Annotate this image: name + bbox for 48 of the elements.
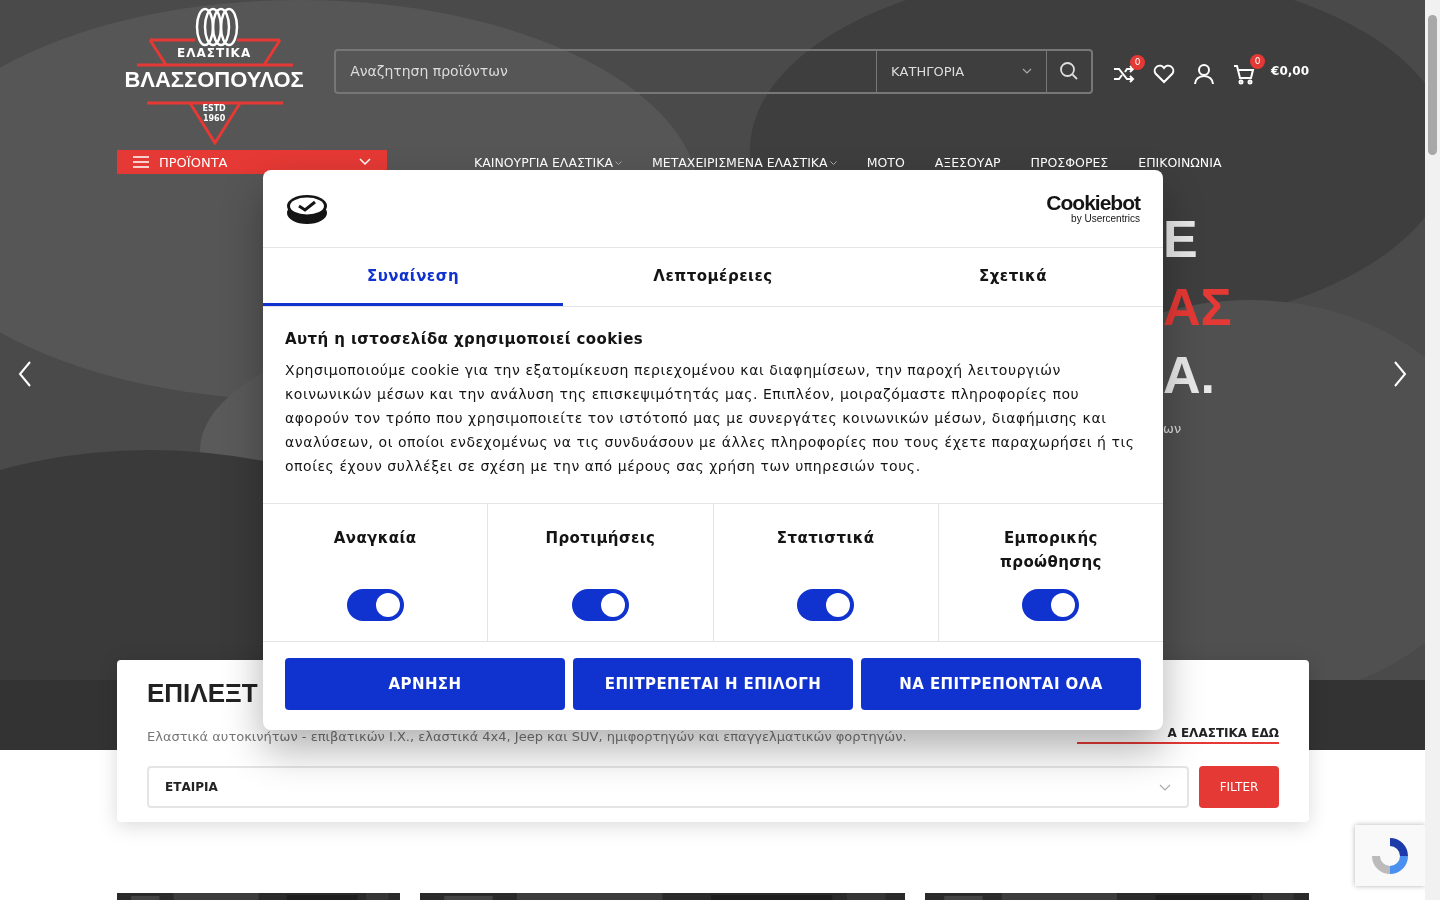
consent-button[interactable]: ΕΠΙΤΡΕΠΕΤΑΙ Η ΕΠΙΛΟΓΗ xyxy=(573,658,853,710)
cookie-check-icon xyxy=(286,192,328,225)
search-icon xyxy=(1059,61,1080,81)
chevron-down-icon xyxy=(1022,68,1033,74)
dialog-tab[interactable]: Σχετικά xyxy=(863,248,1163,306)
dialog-title: Αυτή η ιστοσελίδα χρησιμοποιεί cookies xyxy=(285,330,644,348)
logo[interactable]: ΕΛΑΣΤΙΚΑ ΒΛΑΣΣΟΠΟΥΛΟΣ ESTD 1960 xyxy=(117,5,312,145)
dialog-text: Χρησιμοποιούμε cookie για την εξατομίκευση περιεχομένου και διαφημίσεων, την παροχή λειτουργιών κοινωνικών μέσων και την ανάλυση της επισκεψιμότητάς μας. Επιπλέον, μοιραζόμαστε πληροφορίες που αφορούν τον τρόπο που χρησιμοποιείτε τον ιστότοπό μας με συνεργάτες κοινωνικών μέσων, διαφήμισης και αναλύσεων, οι οποίοι ενδεχομένως να τις συνδυάσουν με άλλες πληροφορίες που τους έχετε παραχωρήσει ή τις οποίες έχουν συλλέξει σε σχέση με την από μέρους σας χρήση των υπηρεσιών τους. xyxy=(285,361,1136,476)
category-label: Αναγκαία xyxy=(332,528,418,549)
menu-icon xyxy=(133,156,149,168)
consent-button[interactable]: ΝΑ ΕΠΙΤΡΕΠΟΝΤΑΙ ΟΛΑ xyxy=(861,658,1141,710)
nav-link[interactable]: ΠΡΟΣΦΟΡΕΣ xyxy=(1030,154,1109,170)
scrollbar[interactable] xyxy=(1425,0,1440,900)
toggle-switch[interactable] xyxy=(797,589,855,621)
category-label: Προτιμήσεις xyxy=(544,528,657,549)
dialog-tab[interactable]: Συναίνεση xyxy=(263,248,563,306)
filter-subtitle: Ελαστικά αυτοκινήτων - επιβατικών Ι.Χ., ελαστικά 4x4, Jeep και SUV, ημιφορτηγών και επαγγελματικών φορτηγών. xyxy=(147,729,907,744)
nav-link[interactable]: ΜΕΤΑΧΕΙΡΙΣΜΕΝΑ ΕΛΑΣΤΙΚΑ xyxy=(651,154,837,170)
consent-button[interactable]: ΑΡΝΗΣΗ xyxy=(285,658,565,710)
category-label: Στατιστικά xyxy=(775,528,876,549)
recaptcha-badge[interactable] xyxy=(1355,825,1425,886)
dialog-tab[interactable]: Λεπτομέρειες xyxy=(563,248,863,306)
category-label: Εμπορικής προώθησης xyxy=(999,528,1103,573)
brand-dropdown[interactable]: ΕΤΑΙΡΙΑ xyxy=(147,766,1189,808)
cart-button[interactable]: 0 xyxy=(1233,53,1266,85)
filter-button[interactable]: FILTER xyxy=(1199,766,1279,808)
products-menu-button[interactable]: ΠΡΟΪΟΝΤΑ xyxy=(117,150,387,174)
toggle-switch[interactable] xyxy=(346,589,404,621)
chevron-down-icon xyxy=(1159,783,1171,791)
nav-link[interactable]: ΜΟΤΟ xyxy=(866,154,905,170)
toggle-switch[interactable] xyxy=(571,589,629,621)
chevron-down-icon xyxy=(359,158,371,166)
hero-heading: ων xyxy=(1163,421,1183,436)
cart-total: €0,00 xyxy=(1271,64,1309,78)
hero-heading: ΑΣ xyxy=(1163,277,1232,338)
nav-link[interactable]: ΕΠΙΚΟΙΝΩΝΙΑ xyxy=(1138,154,1222,170)
brand-tagline: by Usercentrics xyxy=(1071,213,1140,224)
nav-link[interactable]: ΚΑΙΝΟΥΡΓΙΑ ΕΛΑΣΤΙΚΑ xyxy=(474,154,622,170)
filter-heading: ΕΠΙΛΕΞΤ xyxy=(147,678,258,708)
nav-link[interactable]: ΑΞΕΣΟΥΑΡ xyxy=(934,154,1001,170)
compare-button[interactable]: 0 xyxy=(1113,54,1146,84)
brand-name: Cookiebot xyxy=(1046,193,1140,213)
category-dropdown[interactable]: ΚΑΤΗΓΟΡΙΑ xyxy=(876,50,1047,92)
hero-heading: Α. xyxy=(1163,345,1216,406)
search-field[interactable]: Αναζητηση προϊόντων xyxy=(336,50,877,92)
hero-heading: Ε xyxy=(1163,209,1199,270)
toggle-switch[interactable] xyxy=(1022,589,1080,621)
search-bar[interactable]: Αναζητηση προϊόντων ΚΑΤΗΓΟΡΙΑ xyxy=(334,48,1094,94)
